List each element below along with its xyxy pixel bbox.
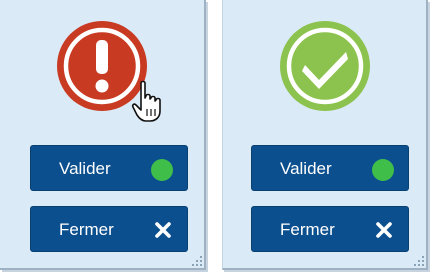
validate-button-label: Valider <box>280 159 332 178</box>
validate-button-label: Valider <box>59 159 111 178</box>
dialog-panel-success: Valider Fermer <box>222 0 428 270</box>
close-button-label: Fermer <box>280 220 335 239</box>
validate-button[interactable]: Valider <box>251 145 409 191</box>
green-status-dot-icon <box>151 159 173 181</box>
close-x-icon <box>154 221 172 239</box>
hand-pointer-icon <box>131 80 165 124</box>
screen: Valider Fermer Valider Fermer <box>0 0 436 278</box>
green-status-dot-icon <box>372 159 394 181</box>
success-check-icon[interactable] <box>278 19 372 113</box>
dialog-panel-error: Valider Fermer <box>0 0 206 270</box>
resize-grip[interactable] <box>412 254 424 266</box>
validate-button[interactable]: Valider <box>30 145 188 191</box>
close-button[interactable]: Fermer <box>251 206 409 252</box>
close-button[interactable]: Fermer <box>30 206 188 252</box>
resize-grip[interactable] <box>190 254 202 266</box>
close-button-label: Fermer <box>59 220 114 239</box>
close-x-icon <box>375 221 393 239</box>
